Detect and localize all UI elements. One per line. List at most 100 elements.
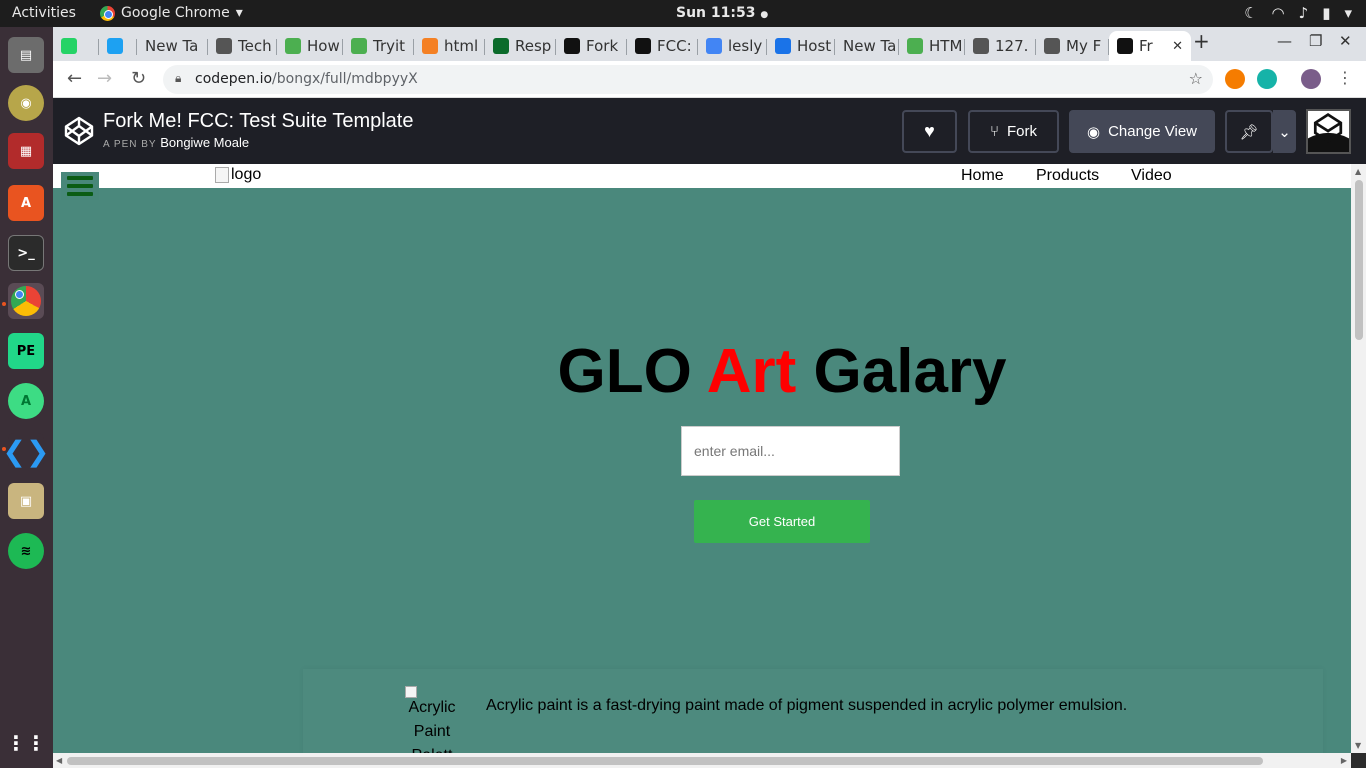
bookmark-star-icon[interactable]: ☆: [1189, 69, 1203, 88]
screen-app-icon[interactable]: ▦: [8, 133, 44, 169]
email-field[interactable]: [681, 426, 900, 476]
browser-tab[interactable]: Fr ✕: [1109, 31, 1191, 61]
site-logo: logo: [215, 166, 261, 184]
like-button[interactable]: ♥: [902, 110, 957, 153]
image-viewer-icon[interactable]: ▣: [8, 483, 44, 519]
change-view-button[interactable]: ◉ Change View: [1069, 110, 1215, 153]
browser-tab[interactable]: html: [414, 31, 485, 61]
activities-button[interactable]: Activities: [12, 5, 76, 21]
battery-icon: ▮: [1322, 4, 1331, 22]
clock[interactable]: Sun 11:53 ●: [676, 5, 768, 21]
tab-label: My F: [1066, 37, 1102, 55]
hero-title: GLO Art Galary: [53, 336, 1351, 407]
get-started-button[interactable]: Get Started: [694, 500, 870, 543]
spotify-icon[interactable]: ≋: [8, 533, 44, 569]
browser-tab[interactable]: Tryit: [343, 31, 414, 61]
file-manager-icon[interactable]: ▤: [8, 37, 44, 73]
tab-label: New Ta: [145, 37, 199, 55]
tab-label: HTM: [929, 37, 963, 55]
pen-byline: A PEN BY Bongiwe Moale: [103, 135, 249, 150]
scroll-left-arrow-icon[interactable]: ◀: [56, 756, 62, 765]
maximize-button[interactable]: ❐: [1309, 32, 1322, 50]
night-light-icon: ☾: [1244, 4, 1258, 22]
forward-button[interactable]: →: [97, 68, 112, 89]
codepen-header: Fork Me! FCC: Test Suite Template A PEN …: [53, 98, 1366, 164]
browser-tab[interactable]: New Ta: [835, 31, 899, 61]
browser-tab[interactable]: [53, 31, 99, 61]
browser-tab[interactable]: How: [277, 31, 343, 61]
android-studio-icon[interactable]: A: [8, 383, 44, 419]
vertical-scrollbar[interactable]: ▲ ▼: [1351, 164, 1366, 753]
codepen-logo-icon[interactable]: [63, 115, 95, 147]
terminal-icon[interactable]: >_: [8, 235, 44, 271]
browser-tab[interactable]: lesly: [698, 31, 767, 61]
scroll-right-arrow-icon[interactable]: ▶: [1341, 756, 1347, 765]
nav-link-video[interactable]: Video: [1131, 167, 1172, 185]
nav-link-products[interactable]: Products: [1036, 167, 1099, 185]
rhythmbox-icon[interactable]: ◉: [8, 85, 44, 121]
w3-icon: [907, 38, 923, 54]
tab-label: 127.: [995, 37, 1029, 55]
notification-dot-icon: ●: [760, 10, 769, 20]
show-applications-icon[interactable]: ⋮⋮: [6, 725, 46, 761]
pycharm-icon[interactable]: PE: [8, 333, 44, 369]
lock-icon: 🔒︎: [175, 71, 182, 85]
browser-tab[interactable]: Tech: [208, 31, 277, 61]
hamburger-menu-icon[interactable]: [61, 172, 99, 200]
pen-title: Fork Me! FCC: Test Suite Template: [103, 110, 414, 132]
browser-tab[interactable]: HTM: [899, 31, 965, 61]
pin-dropdown-button[interactable]: ⌄: [1273, 110, 1296, 153]
browser-tab[interactable]: Host: [767, 31, 835, 61]
close-window-button[interactable]: ✕: [1339, 32, 1352, 50]
globe-icon: [216, 38, 232, 54]
profile-avatar[interactable]: [1301, 69, 1321, 89]
horizontal-scrollbar[interactable]: ◀ ▶: [53, 753, 1351, 768]
flag-icon: [775, 38, 791, 54]
system-tray[interactable]: ☾ ◠ ♪ ▮ ▾: [1244, 4, 1352, 22]
tab-strip: New Ta Tech How Tryit html Resp Fork FCC: lesly H…: [53, 27, 1366, 61]
address-bar[interactable]: 🔒︎ codepen.io/bongx/full/mdbpyyX ☆: [163, 65, 1213, 94]
chrome-dock-icon[interactable]: [8, 283, 44, 319]
minimize-button[interactable]: —: [1277, 32, 1292, 50]
broken-image-icon: [215, 167, 229, 183]
google-icon: [706, 38, 722, 54]
close-tab-icon[interactable]: ✕: [1172, 39, 1183, 54]
browser-tab[interactable]: [99, 31, 137, 61]
feature-img-alt-line: Palett: [405, 744, 459, 753]
avatar-image: [1308, 111, 1349, 152]
horizontal-scrollbar-thumb[interactable]: [67, 757, 1263, 765]
browser-tab[interactable]: New Ta: [137, 31, 208, 61]
extension-icon[interactable]: [1225, 69, 1245, 89]
eye-icon: ◉: [1086, 123, 1101, 141]
browser-tab[interactable]: FCC:: [627, 31, 698, 61]
software-center-icon[interactable]: A: [8, 185, 44, 221]
user-avatar[interactable]: [1306, 109, 1351, 154]
extension-m-icon[interactable]: [1257, 69, 1277, 89]
fork-button[interactable]: ⑂ Fork: [968, 110, 1059, 153]
browser-tab[interactable]: 127.: [965, 31, 1036, 61]
back-button[interactable]: ←: [67, 68, 82, 89]
nav-link-home[interactable]: Home: [961, 167, 1004, 185]
reload-button[interactable]: ↻: [131, 68, 146, 89]
chevron-down-icon: ▾: [1344, 4, 1352, 22]
author-link[interactable]: Bongiwe Moale: [160, 135, 249, 150]
browser-tab[interactable]: My F: [1036, 31, 1109, 61]
hero-title-part1: GLO: [557, 337, 707, 406]
codepen-icon: [1117, 38, 1133, 54]
chrome-menu-icon[interactable]: ⋮: [1337, 68, 1353, 87]
globe-icon: [1044, 38, 1060, 54]
app-menu[interactable]: Google Chrome ▾: [100, 5, 243, 21]
pin-button[interactable]: 📌︎: [1225, 110, 1273, 153]
scroll-down-arrow-icon[interactable]: ▼: [1355, 741, 1361, 750]
url-domain: codepen.io: [195, 71, 273, 87]
browser-tab[interactable]: Fork: [556, 31, 627, 61]
new-tab-button[interactable]: +: [1193, 29, 1210, 53]
vscode-icon[interactable]: ❮❯: [3, 433, 49, 469]
chevron-down-icon: ▾: [235, 5, 243, 21]
vertical-scrollbar-thumb[interactable]: [1355, 180, 1363, 340]
byline-prefix: A PEN BY: [103, 139, 157, 150]
browser-tab[interactable]: Resp: [485, 31, 556, 61]
codepen-icon: [635, 38, 651, 54]
scroll-up-arrow-icon[interactable]: ▲: [1355, 167, 1361, 176]
tab-label: lesly: [728, 37, 763, 55]
